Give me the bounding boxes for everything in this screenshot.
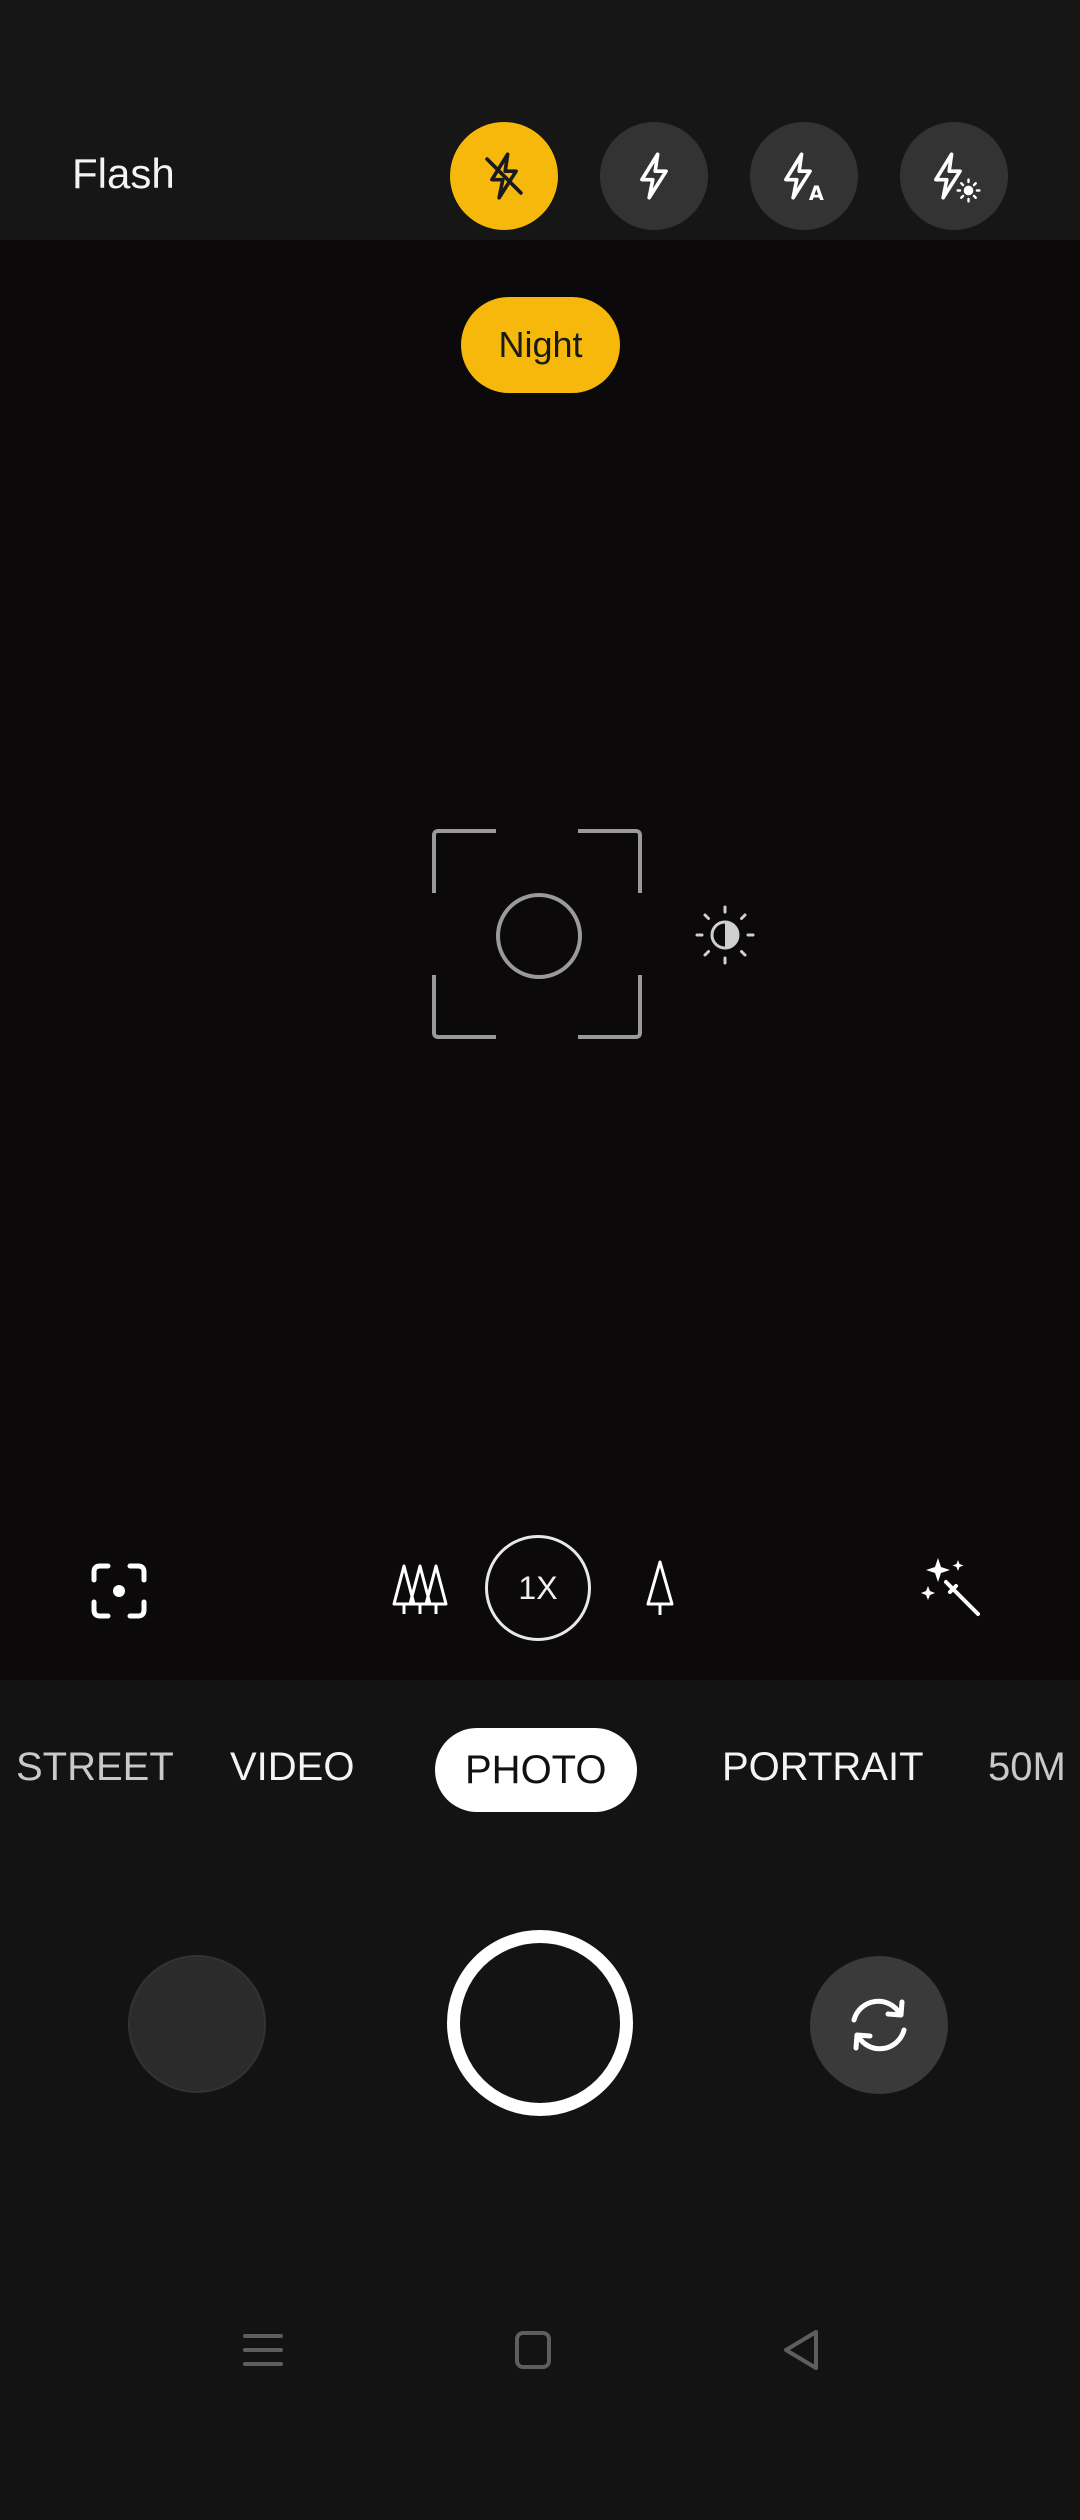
mode-photo[interactable]: PHOTO <box>435 1728 637 1812</box>
flash-label: Flash <box>72 150 175 197</box>
focus-circle <box>496 893 582 979</box>
switch-camera-icon <box>851 1998 907 2052</box>
flash-auto-icon: A <box>784 152 824 205</box>
flash-on-button[interactable] <box>600 122 708 230</box>
tele-tree-icon <box>646 1560 674 1615</box>
switch-camera-button[interactable] <box>810 1956 948 2094</box>
flash-off-icon <box>485 152 523 200</box>
flash-on-icon <box>640 152 668 200</box>
wide-trees-icon <box>392 1564 448 1614</box>
tele-lens-button[interactable] <box>640 1558 680 1618</box>
back-button[interactable] <box>772 2320 832 2380</box>
svg-text:A: A <box>809 182 824 205</box>
magic-wand-icon <box>921 1558 980 1616</box>
exposure-icon[interactable] <box>694 904 756 966</box>
flash-torch-button[interactable] <box>900 122 1008 230</box>
flash-torch-icon <box>934 152 981 203</box>
recents-button[interactable] <box>233 2320 293 2380</box>
shutter-button[interactable] <box>447 1930 633 2116</box>
wide-lens-button[interactable] <box>390 1558 450 1618</box>
filters-button[interactable] <box>920 1556 986 1622</box>
scan-button[interactable] <box>88 1560 150 1622</box>
focus-corner <box>432 829 496 893</box>
back-triangle-icon <box>784 2330 818 2370</box>
gallery-thumbnail[interactable] <box>128 1955 266 2093</box>
menu-lines-icon <box>243 2334 283 2366</box>
mode-50m[interactable]: 50M <box>988 1745 1066 1790</box>
night-mode-badge[interactable]: Night <box>461 297 620 393</box>
flash-off-button[interactable] <box>450 122 558 230</box>
focus-frame <box>432 829 642 1039</box>
mode-street[interactable]: STREET <box>16 1745 174 1790</box>
focus-corner <box>578 975 642 1039</box>
home-square-icon <box>515 2331 551 2369</box>
focus-corner <box>578 829 642 893</box>
home-button[interactable] <box>503 2320 563 2380</box>
zoom-button[interactable]: 1X <box>485 1535 591 1641</box>
mode-video[interactable]: VIDEO <box>230 1745 354 1790</box>
focus-corner <box>432 975 496 1039</box>
flash-auto-button[interactable]: A <box>750 122 858 230</box>
scan-icon <box>91 1563 147 1619</box>
mode-portrait[interactable]: PORTRAIT <box>722 1745 924 1790</box>
